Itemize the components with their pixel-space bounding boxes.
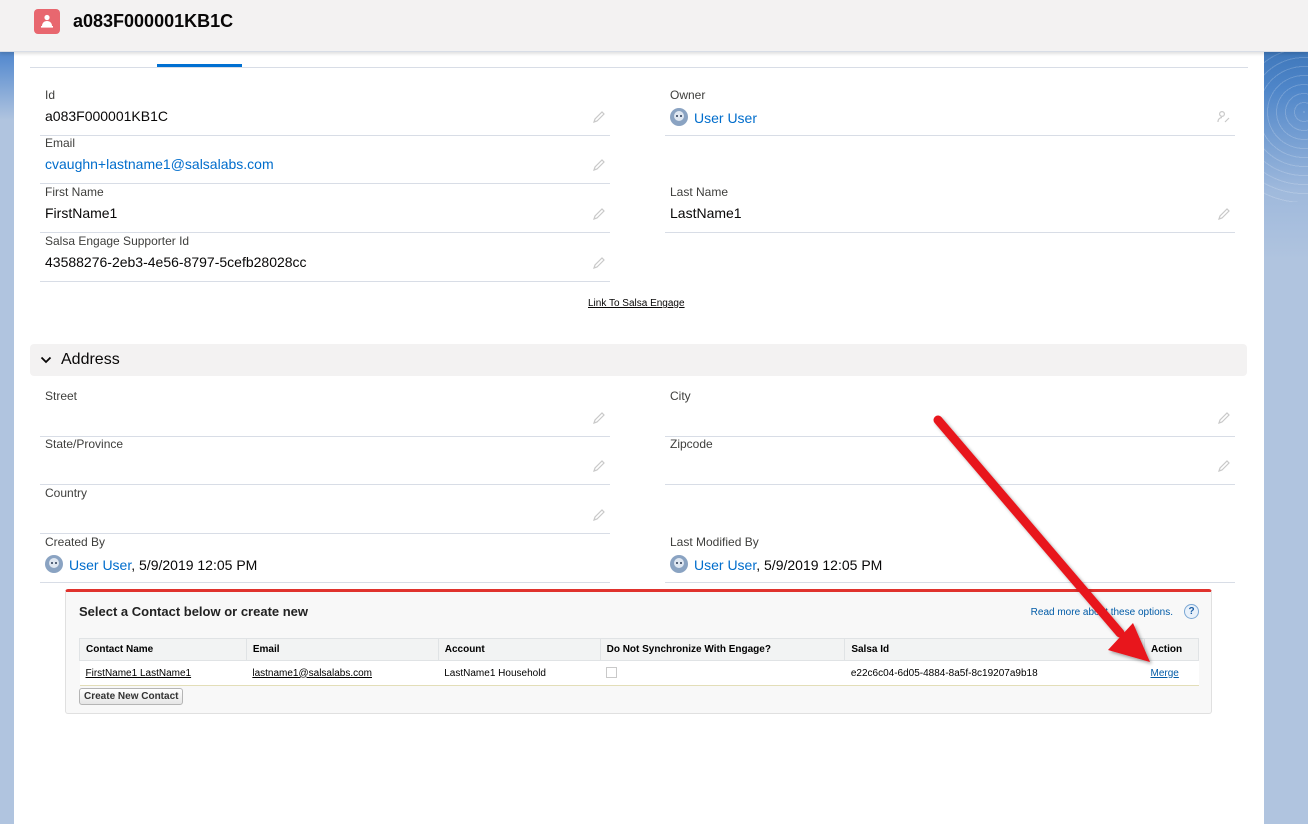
field-supporter-id: Salsa Engage Supporter Id 43588276-2eb3-… <box>40 234 610 282</box>
field-label: Zipcode <box>670 437 713 451</box>
owner-link[interactable]: User User <box>694 110 757 126</box>
created-date: , 5/9/2019 12:05 PM <box>131 557 258 573</box>
column-header: Do Not Synchronize With Engage? <box>599 638 846 661</box>
record-title: a083F000001KB1C <box>73 11 234 31</box>
pencil-icon[interactable] <box>592 110 606 124</box>
column-header: Salsa Id <box>844 638 1145 661</box>
column-header: Email <box>245 638 439 661</box>
field-value: LastName1 <box>670 205 742 221</box>
record-detail-card: Id a083F000001KB1C Owner User User Email… <box>14 52 1264 824</box>
field-label: Email <box>45 136 76 150</box>
field-label: Created By <box>45 535 106 549</box>
pencil-icon[interactable] <box>592 459 606 473</box>
field-label: Salsa Engage Supporter Id <box>45 234 190 248</box>
help-icon[interactable]: ? <box>1184 604 1199 619</box>
field-street: Street <box>40 389 610 437</box>
field-label: First Name <box>45 185 104 199</box>
field-value: FirstName1 <box>45 205 118 221</box>
background-left <box>0 0 14 824</box>
salsa-id-cell: e22c6c04-6d05-4884-8a5f-8c19207a9b18 <box>844 660 1145 686</box>
contact-name-link[interactable]: FirstName1 LastName1 <box>86 668 192 679</box>
contact-table: Contact Name Email Account Do Not Synchr… <box>79 638 1200 686</box>
email-cell: lastname1@salsalabs.com <box>246 660 439 686</box>
pencil-icon[interactable] <box>592 207 606 221</box>
field-last-modified-by: Last Modified By User User, 5/9/2019 12:… <box>665 535 1235 583</box>
record-header: a083F000001KB1C <box>0 0 1308 52</box>
account-cell: LastName1 Household <box>438 660 601 686</box>
contact-name-cell: FirstName1 LastName1 <box>79 660 247 686</box>
field-label: Street <box>45 389 78 403</box>
table-row: FirstName1 LastName1 lastname1@salsalabs… <box>79 660 1199 686</box>
pencil-icon[interactable] <box>592 256 606 270</box>
pencil-icon[interactable] <box>592 158 606 172</box>
field-value: User User <box>670 108 757 126</box>
chevron-down-icon <box>40 356 52 364</box>
select-contact-panel: Select a Contact below or create new Rea… <box>65 589 1212 714</box>
merge-link[interactable]: Merge <box>1150 668 1178 679</box>
action-cell: Merge <box>1144 660 1199 686</box>
field-label: Id <box>45 88 56 102</box>
field-value: User User, 5/9/2019 12:05 PM <box>670 555 882 573</box>
field-first-name: First Name FirstName1 <box>40 185 610 233</box>
last-modified-user-link[interactable]: User User <box>694 557 756 573</box>
created-by-user-link[interactable]: User User <box>69 557 131 573</box>
panel-title: Select a Contact below or create new <box>79 604 309 619</box>
contact-email-link[interactable]: lastname1@salsalabs.com <box>252 668 372 679</box>
field-label: City <box>670 389 691 403</box>
field-label: Last Name <box>670 185 729 199</box>
user-avatar <box>45 555 63 573</box>
last-modified-date: , 5/9/2019 12:05 PM <box>756 557 883 573</box>
field-state-province: State/Province <box>40 437 610 485</box>
link-to-salsa-engage[interactable]: Link To Salsa Engage <box>588 298 685 309</box>
change-owner-icon[interactable] <box>1217 110 1231 124</box>
do-not-sync-cell <box>600 660 845 686</box>
address-section-header[interactable]: Address <box>30 344 1247 376</box>
field-country: Country <box>40 486 610 534</box>
field-owner: Owner User User <box>665 88 1235 136</box>
pencil-icon[interactable] <box>1217 459 1231 473</box>
field-label: Owner <box>670 88 706 102</box>
do-not-sync-checkbox <box>606 667 618 679</box>
field-value: User User, 5/9/2019 12:05 PM <box>45 555 257 573</box>
field-id: Id a083F000001KB1C <box>40 88 610 136</box>
email-link[interactable]: cvaughn+lastname1@salsalabs.com <box>45 156 274 172</box>
field-last-name: Last Name LastName1 <box>665 185 1235 233</box>
column-header: Account <box>437 638 601 661</box>
help-link[interactable]: Read more about these options. <box>1031 607 1173 618</box>
field-value: 43588276-2eb3-4e56-8797-5cefb28028cc <box>45 254 307 270</box>
user-avatar <box>670 108 688 126</box>
field-value: a083F000001KB1C <box>45 108 168 124</box>
field-email: Email cvaughn+lastname1@salsalabs.com <box>40 136 610 184</box>
section-title: Address <box>61 351 120 368</box>
column-header: Action <box>1143 638 1200 661</box>
create-new-contact-button[interactable]: Create New Contact <box>79 688 184 705</box>
field-label: State/Province <box>45 437 124 451</box>
field-created-by: Created By User User, 5/9/2019 12:05 PM <box>40 535 610 583</box>
pencil-icon[interactable] <box>592 411 606 425</box>
supporter-record-icon <box>34 9 60 34</box>
table-header-row: Contact Name Email Account Do Not Synchr… <box>79 638 1200 661</box>
field-zipcode: Zipcode <box>665 437 1235 485</box>
tab-strip <box>30 52 1248 68</box>
tab-details-active-indicator[interactable] <box>157 64 242 67</box>
pencil-icon[interactable] <box>1217 411 1231 425</box>
background-right <box>1264 0 1308 824</box>
pencil-icon[interactable] <box>592 508 606 522</box>
user-avatar <box>670 555 688 573</box>
field-label: Last Modified By <box>670 535 759 549</box>
column-header: Contact Name <box>79 638 247 661</box>
pencil-icon[interactable] <box>1217 207 1231 221</box>
field-city: City <box>665 389 1235 437</box>
field-label: Country <box>45 486 88 500</box>
